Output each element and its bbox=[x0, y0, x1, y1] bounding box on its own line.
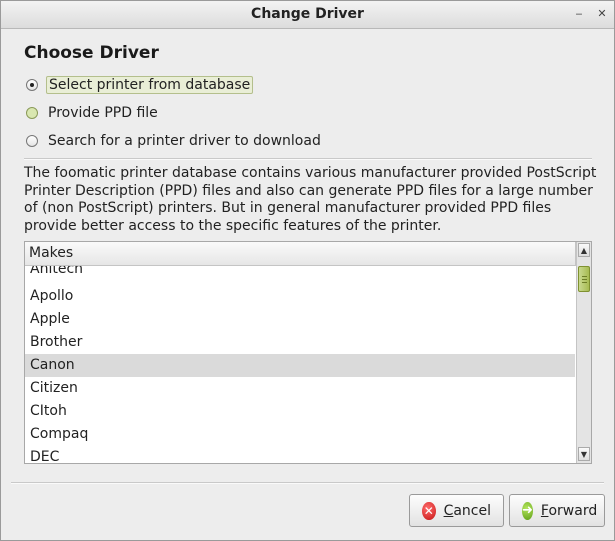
separator bbox=[11, 482, 604, 484]
separator bbox=[24, 158, 592, 160]
forward-button-label: Forward bbox=[540, 502, 598, 519]
cancel-button-label: Cancel bbox=[443, 502, 491, 519]
description-text: The foomatic printer database contains v… bbox=[24, 165, 597, 234]
close-icon[interactable]: ✕ bbox=[595, 7, 609, 21]
radio-button[interactable] bbox=[26, 107, 38, 119]
minimize-icon[interactable]: ‒ bbox=[572, 7, 586, 21]
list-item[interactable]: Anitech bbox=[25, 266, 575, 281]
list-item-selected[interactable]: Canon bbox=[25, 354, 575, 377]
cancel-button[interactable]: ✕ Cancel bbox=[409, 494, 504, 527]
grip-line bbox=[582, 279, 587, 280]
list-item[interactable]: Brother bbox=[25, 331, 575, 354]
list-item[interactable]: Citizen bbox=[25, 377, 575, 400]
radio-provide-ppd-file[interactable]: Provide PPD file bbox=[26, 102, 160, 124]
radio-label[interactable]: Select printer from database bbox=[46, 76, 254, 94]
list-item[interactable]: DEC bbox=[25, 446, 575, 463]
window-title: Change Driver bbox=[251, 6, 364, 22]
change-driver-dialog: Change Driver ‒ ✕ Choose Driver Select p… bbox=[0, 0, 615, 541]
scroll-up-arrow-icon[interactable]: ▲ bbox=[578, 243, 590, 257]
radio-label[interactable]: Search for a printer driver to download bbox=[46, 132, 323, 150]
radio-button[interactable] bbox=[26, 135, 38, 147]
radio-search-driver-download[interactable]: Search for a printer driver to download bbox=[26, 130, 323, 152]
makes-list-body[interactable]: Anitech Apollo Apple Brother Canon Citiz… bbox=[25, 266, 575, 463]
scrollbar-thumb[interactable] bbox=[578, 266, 590, 292]
list-item[interactable]: Apollo bbox=[25, 285, 575, 308]
title-bar[interactable]: Change Driver ‒ ✕ bbox=[1, 1, 614, 29]
list-item[interactable]: Apple bbox=[25, 308, 575, 331]
list-item[interactable]: CItoh bbox=[25, 400, 575, 423]
forward-button[interactable]: ➜ Forward bbox=[509, 494, 605, 527]
radio-select-from-database[interactable]: Select printer from database bbox=[26, 74, 254, 96]
page-title: Choose Driver bbox=[24, 43, 159, 63]
grip-line bbox=[582, 276, 587, 277]
makes-list[interactable]: Makes Anitech Apollo Apple Brother Canon… bbox=[24, 241, 592, 464]
vertical-scrollbar[interactable]: ▲ ▼ bbox=[576, 242, 591, 463]
radio-button-checked[interactable] bbox=[26, 79, 38, 91]
forward-icon: ➜ bbox=[522, 501, 533, 520]
makes-column-header[interactable]: Makes bbox=[25, 242, 576, 266]
radio-label[interactable]: Provide PPD file bbox=[46, 104, 160, 122]
scroll-down-arrow-icon[interactable]: ▼ bbox=[578, 447, 590, 461]
cancel-icon: ✕ bbox=[422, 501, 436, 520]
list-item[interactable]: Compaq bbox=[25, 423, 575, 446]
grip-line bbox=[582, 282, 587, 283]
